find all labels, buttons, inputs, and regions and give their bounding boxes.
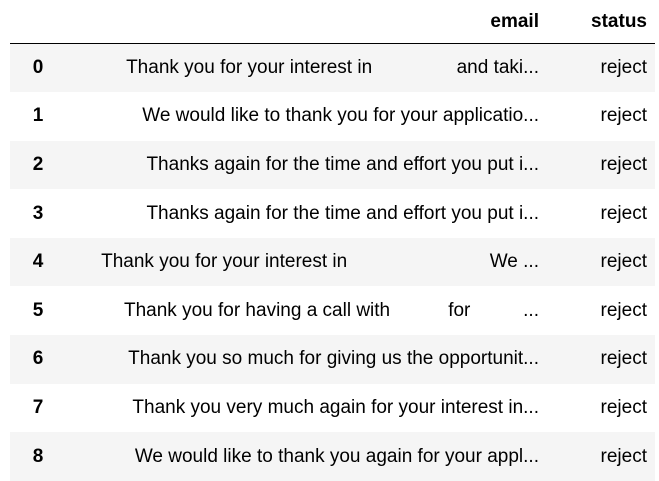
status-cell: reject [600,153,647,175]
status-cell: reject [600,105,647,127]
email-cell: We would like to thank you for your appl… [142,105,539,127]
header-index [10,0,66,44]
table-row: 1 We would like to thank you for your ap… [10,92,655,141]
email-cell: Thank you for your interest in We ... [101,251,539,273]
email-cell: Thank you for your interest in and taki.… [126,57,539,79]
status-cell: reject [600,202,647,224]
status-cell: reject [600,396,647,418]
email-cell: Thank you so much for giving us the oppo… [128,348,539,370]
email-cell: Thanks again for the time and effort you… [146,202,539,224]
header-row: email status [10,0,655,44]
table-row: 4 Thank you for your interest in We ... … [10,237,655,287]
table-header: email status [10,0,655,44]
header-status: status [547,0,655,44]
status-cell: reject [600,57,647,79]
row-index: 6 [32,348,44,370]
dataframe-table: email status 0 Thank you for your intere… [10,0,655,481]
row-index: 5 [32,299,44,321]
row-index: 7 [32,396,44,418]
row-index: 1 [32,105,44,127]
row-index: 2 [32,153,44,175]
email-cell: Thank you very much again for your inter… [132,396,539,418]
row-index: 0 [32,57,44,79]
row-index: 4 [32,251,44,273]
status-cell: reject [600,348,647,370]
table-row: 3 Thanks again for the time and effort y… [10,189,655,238]
table-row: 0 Thank you for your interest in and tak… [10,43,655,93]
table-row: 2 Thanks again for the time and effort y… [10,140,655,190]
table-row: 6 Thank you so much for giving us the op… [10,335,655,384]
header-email: email [66,0,547,44]
table-row: 7 Thank you very much again for your int… [10,383,655,433]
email-cell: Thank you for having a call with for ... [123,299,539,321]
row-index: 3 [32,202,44,224]
table-body: 0 Thank you for your interest in and tak… [10,43,655,481]
table-row: 5 Thank you for having a call with for .… [10,286,655,336]
email-cell: Thanks again for the time and effort you… [146,153,539,175]
status-cell: reject [600,299,647,321]
status-cell: reject [600,251,647,273]
